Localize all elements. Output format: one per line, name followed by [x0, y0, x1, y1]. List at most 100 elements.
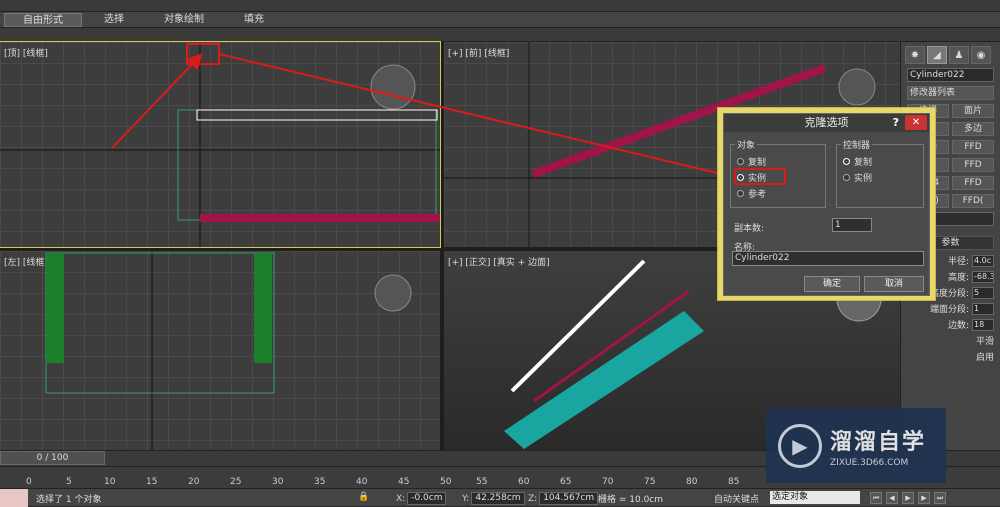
param-enable: 启用	[907, 350, 994, 363]
selection-dropdown[interactable]: 选定对象	[770, 491, 860, 504]
ruler-tick: 0	[26, 477, 32, 487]
tab-freeform[interactable]: 自由形式	[4, 12, 82, 27]
controller-group: 控制器 复制 实例	[836, 138, 924, 208]
param-value[interactable]: -68.3	[972, 270, 994, 283]
param-value[interactable]: 18	[972, 318, 994, 331]
tab-object-paint[interactable]: 对象绘制	[146, 13, 222, 27]
cancel-button[interactable]: 取消	[864, 276, 924, 292]
param-smooth: 平滑	[907, 334, 994, 347]
coord-z: Z: 104.567cm	[528, 492, 599, 505]
controller-group-legend: 控制器	[841, 138, 873, 151]
param-label: 端面分段:	[929, 305, 969, 315]
create-tab-icon[interactable]: ✸	[905, 46, 925, 64]
object-copy-radio[interactable]: 复制	[737, 155, 766, 168]
param-cap-segments: 端面分段: 1	[907, 302, 994, 315]
watermark-text: 溜溜自学 ZIXUE.3D66.COM	[830, 424, 926, 468]
prev-frame-icon[interactable]: ◀	[886, 492, 898, 504]
watermark-title: 溜溜自学	[830, 429, 927, 455]
controller-copy-radio[interactable]: 复制	[843, 155, 872, 168]
ok-button[interactable]: 确定	[804, 276, 860, 292]
param-label: 高度:	[947, 273, 969, 283]
time-slider[interactable]: 0 / 100	[0, 451, 105, 465]
ruler-tick: 75	[644, 477, 656, 487]
ruler-tick: 30	[272, 477, 284, 487]
viewport-left[interactable]: [左] [线框]	[0, 251, 440, 450]
ruler-tick: 40	[356, 477, 368, 487]
modifier-button[interactable]: FFD	[952, 140, 994, 154]
lock-icon[interactable]: 🔒	[358, 492, 369, 502]
script-listener-icon[interactable]	[0, 489, 28, 507]
modifier-button[interactable]: FFD(	[952, 194, 994, 208]
param-value[interactable]: 1	[972, 302, 994, 315]
coord-x-field[interactable]: -0.0cm	[407, 492, 447, 505]
ruler-tick: 55	[476, 477, 488, 487]
ruler-tick: 70	[602, 477, 614, 487]
go-to-end-icon[interactable]: ⏭	[934, 492, 946, 504]
motion-tab-icon[interactable]: ◉	[971, 46, 991, 64]
ruler-tick: 15	[146, 477, 158, 487]
auto-key-button[interactable]: 自动关键点	[714, 492, 759, 505]
ruler-tick: 60	[518, 477, 530, 487]
clone-options-dialog: 克隆选项 ? ✕ 对象 复制 实例 参考 控制器 复制 实例 副本数: 1 名称…	[717, 107, 936, 301]
ruler-tick: 20	[188, 477, 200, 487]
grid-readout: 栅格 = 10.0cm	[598, 495, 664, 505]
coord-x-label: X:	[396, 493, 406, 504]
tab-selection[interactable]: 选择	[86, 13, 142, 27]
copies-spinner[interactable]: 1	[832, 218, 872, 232]
coord-x: X: -0.0cm	[396, 492, 447, 505]
modify-tab-icon[interactable]: ◢	[927, 46, 947, 64]
radio-dot	[843, 174, 850, 181]
modifier-button[interactable]: FFD	[952, 158, 994, 172]
object-reference-radio[interactable]: 参考	[737, 187, 766, 200]
play-logo-icon: ▶	[778, 423, 822, 468]
radio-dot	[843, 158, 850, 165]
go-to-start-icon[interactable]: ⏮	[870, 492, 882, 504]
radio-dot	[737, 158, 744, 165]
left-view-geometry	[45, 251, 412, 450]
param-value[interactable]: 4.0c	[972, 254, 994, 267]
radio-dot	[737, 190, 744, 197]
radio-label: 参考	[748, 190, 767, 200]
param-value[interactable]: 5	[972, 286, 994, 299]
modifier-list-dropdown[interactable]: 修改器列表	[907, 86, 994, 100]
ruler-tick: 85	[728, 477, 740, 487]
coord-y-field[interactable]: 42.258cm	[471, 492, 525, 505]
ruler-tick: 50	[440, 477, 452, 487]
modifier-button[interactable]: 面片	[952, 104, 994, 118]
radio-label: 实例	[854, 174, 873, 184]
controller-instance-radio[interactable]: 实例	[843, 171, 872, 184]
radio-label: 复制	[748, 158, 767, 168]
viewport-top[interactable]: [顶] [线框]	[0, 41, 441, 248]
object-group: 对象 复制 实例 参考	[730, 138, 826, 208]
help-icon[interactable]: ?	[893, 116, 899, 129]
object-name-field[interactable]: Cylinder022	[907, 68, 994, 82]
command-panel-tabs: ✸ ◢ ♟ ◉	[901, 42, 1000, 64]
ruler-tick: 35	[314, 477, 326, 487]
tab-fill[interactable]: 填充	[226, 13, 282, 27]
modifier-button[interactable]: 多边	[952, 122, 994, 136]
param-label[interactable]: 平滑	[976, 334, 994, 347]
sub-toolbar	[0, 28, 1000, 42]
watermark: ▶ 溜溜自学 ZIXUE.3D66.COM	[766, 408, 946, 483]
modifier-button[interactable]: FFD	[952, 176, 994, 190]
status-message: 选择了 1 个对象	[36, 495, 102, 505]
play-icon[interactable]: ▶	[902, 492, 914, 504]
ruler-tick: 80	[686, 477, 698, 487]
hierarchy-tab-icon[interactable]: ♟	[949, 46, 969, 64]
param-label[interactable]: 启用	[976, 350, 994, 363]
top-view-geometry	[0, 42, 440, 247]
top-toolbar	[0, 0, 1000, 12]
close-button[interactable]: ✕	[905, 115, 927, 130]
name-field[interactable]: Cylinder022	[732, 251, 924, 266]
param-label: 半径:	[947, 257, 969, 267]
next-frame-icon[interactable]: ▶	[918, 492, 930, 504]
coord-z-field[interactable]: 104.567cm	[539, 492, 599, 505]
ruler-tick: 65	[560, 477, 572, 487]
copies-label: 副本数:	[734, 224, 765, 234]
dialog-body: 克隆选项 ? ✕ 对象 复制 实例 参考 控制器 复制 实例 副本数: 1 名称…	[723, 113, 930, 296]
ruler-tick: 5	[66, 477, 72, 487]
ruler-tick: 45	[398, 477, 410, 487]
ruler-tick: 25	[230, 477, 242, 487]
coord-y-label: Y:	[462, 493, 470, 504]
status-bar: 选择了 1 个对象 🔒 X: -0.0cm Y: 42.258cm Z: 104…	[0, 488, 1000, 507]
